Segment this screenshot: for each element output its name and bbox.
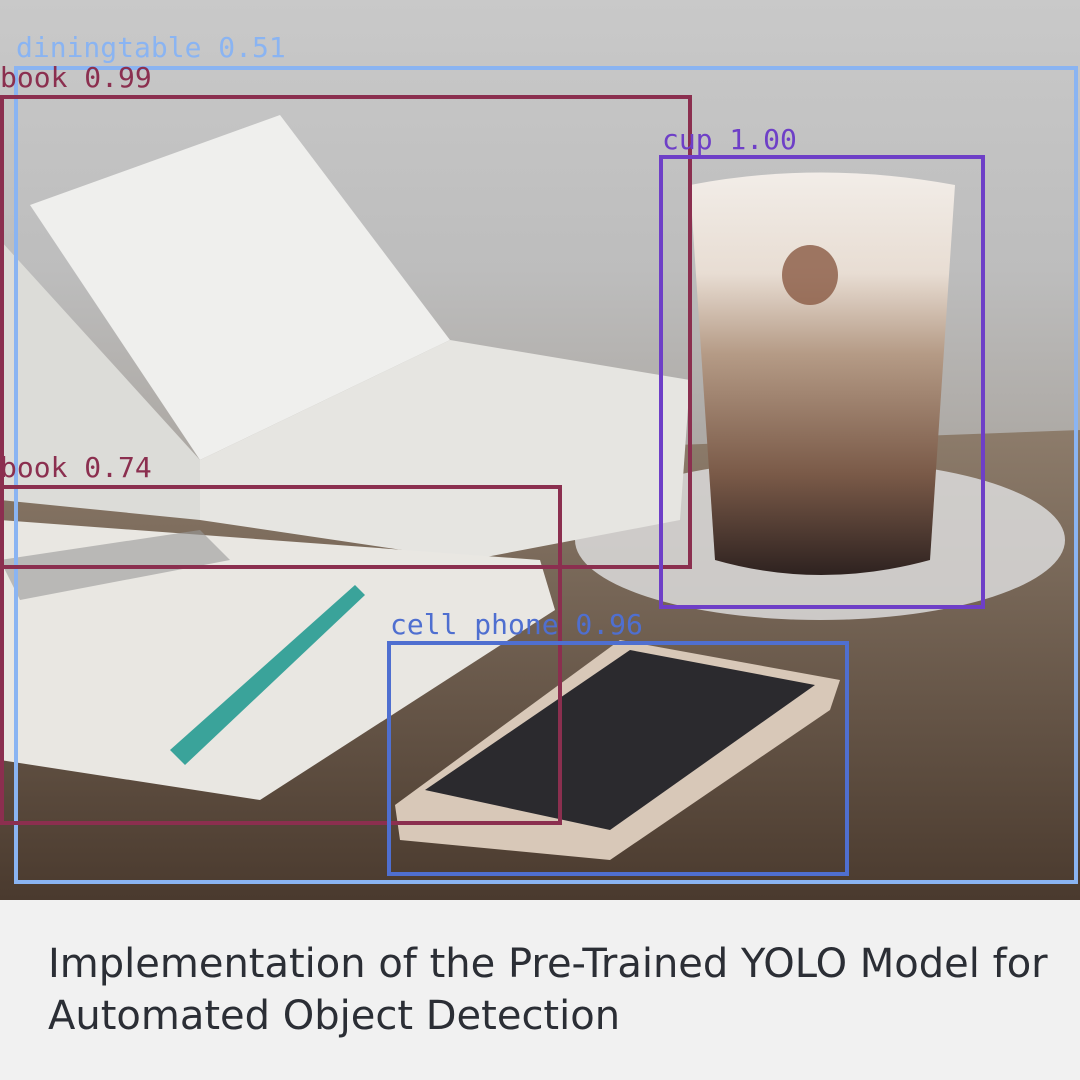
bbox-cell-phone (387, 641, 849, 876)
label-book-1: book 0.99 (0, 61, 152, 94)
caption-text: Implementation of the Pre-Trained YOLO M… (48, 941, 1048, 1039)
caption-area: Implementation of the Pre-Trained YOLO M… (0, 900, 1080, 1080)
label-cell-phone: cell phone 0.96 (390, 608, 643, 641)
label-diningtable: diningtable 0.51 (16, 31, 286, 64)
label-cup: cup 1.00 (662, 123, 797, 156)
bbox-cup (659, 155, 985, 609)
label-book-2: book 0.74 (0, 451, 152, 484)
detection-image: diningtable 0.51 book 0.99 cup 1.00 book… (0, 0, 1080, 900)
